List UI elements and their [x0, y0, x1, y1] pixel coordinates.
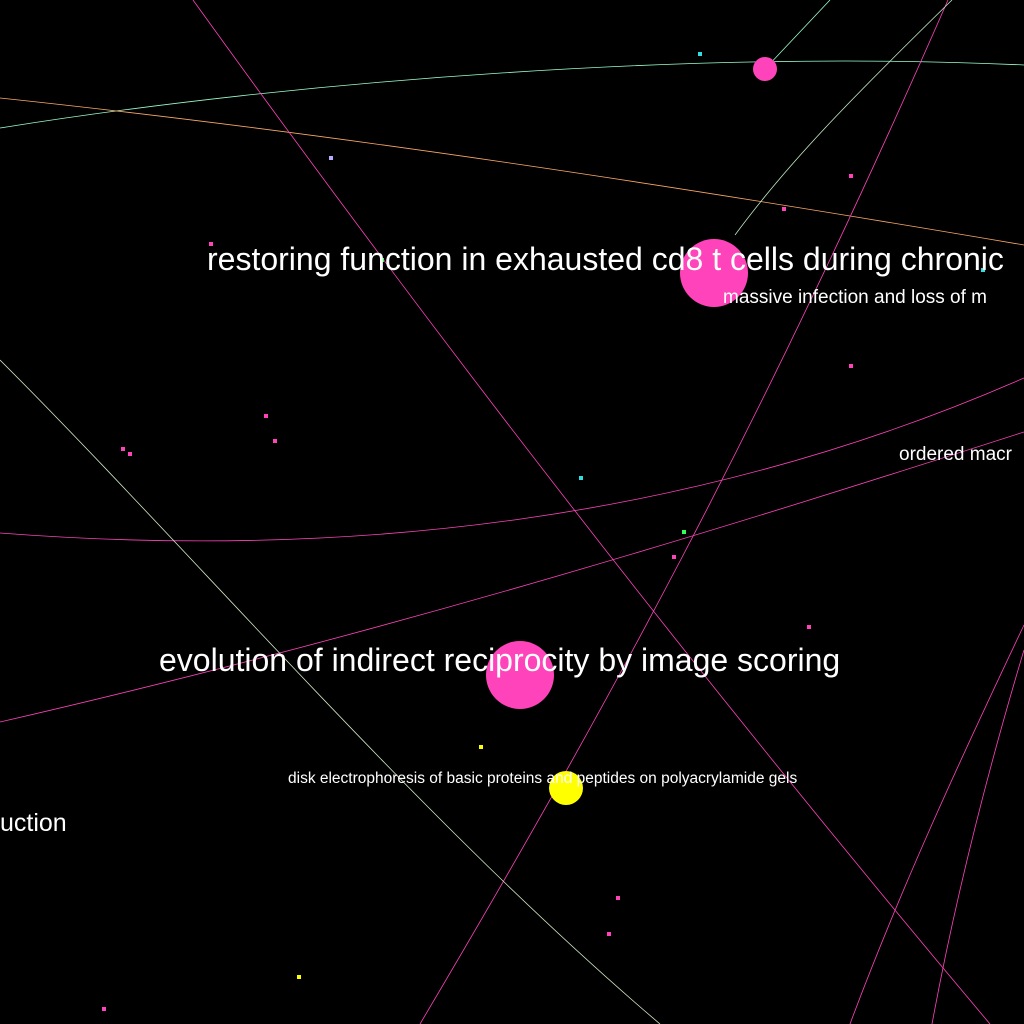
node-small[interactable]	[297, 975, 301, 979]
node-small[interactable]	[329, 156, 333, 160]
citation-network-graph: restoring function in exhausted cd8 t ce…	[0, 0, 1024, 1024]
node-label-ordered: ordered macr	[899, 444, 1013, 465]
node-small[interactable]	[479, 745, 483, 749]
node-small[interactable]	[849, 174, 853, 178]
node-small[interactable]	[616, 896, 620, 900]
node-small[interactable]	[849, 364, 853, 368]
node-small[interactable]	[698, 52, 702, 56]
node-small[interactable]	[782, 207, 786, 211]
node-label-restoring: restoring function in exhausted cd8 t ce…	[207, 241, 1004, 277]
node-small[interactable]	[807, 625, 811, 629]
node-small[interactable]	[264, 414, 268, 418]
node-small[interactable]	[682, 530, 686, 534]
node-label-uction: uction	[0, 809, 67, 837]
graph-background	[0, 0, 1024, 1024]
node-small[interactable]	[128, 452, 132, 456]
node-small[interactable]	[672, 555, 676, 559]
node-label-disk: disk electrophoresis of basic proteins a…	[288, 770, 797, 787]
node-small[interactable]	[607, 932, 611, 936]
node-small[interactable]	[102, 1007, 106, 1011]
node-small[interactable]	[273, 439, 277, 443]
node-label-evolution: evolution of indirect reciprocity by ima…	[159, 642, 840, 678]
node-label-massive: massive infection and loss of m	[723, 287, 987, 308]
node-medium-top[interactable]	[753, 57, 777, 81]
node-small[interactable]	[579, 476, 583, 480]
node-small[interactable]	[121, 447, 125, 451]
